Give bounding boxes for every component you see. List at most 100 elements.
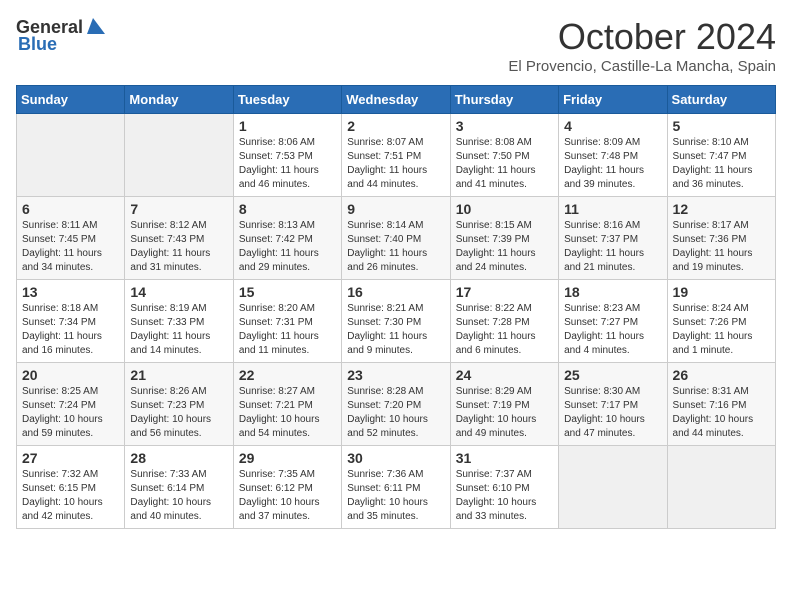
- day-info: Sunrise: 7:37 AMSunset: 6:10 PMDaylight:…: [456, 468, 553, 524]
- day-info: Sunrise: 7:36 AMSunset: 6:11 PMDaylight:…: [347, 468, 444, 524]
- day-cell-19: 19Sunrise: 8:24 AMSunset: 7:26 PMDayligh…: [667, 280, 775, 363]
- day-cell-16: 16 Sunrise: 8:21 AMSunset: 7:30 PMDayligh…: [342, 280, 450, 363]
- calendar-week-5: 27 Sunrise: 7:32 AMSunset: 6:15 PMDayligh…: [17, 446, 776, 529]
- day-info: Sunrise: 8:12 AMSunset: 7:43 PMDaylight:…: [130, 219, 227, 275]
- day-cell-2: 2Sunrise: 8:07 AMSunset: 7:51 PMDaylight…: [342, 114, 450, 197]
- calendar-table: SundayMondayTuesdayWednesdayThursdayFrid…: [16, 85, 776, 529]
- location-subtitle: El Provencio, Castille-La Mancha, Spain: [508, 58, 776, 75]
- day-cell-15: 15 Sunrise: 8:20 AMSunset: 7:31 PMDayligh…: [233, 280, 341, 363]
- day-number: 28: [130, 450, 227, 466]
- empty-cell: [667, 446, 775, 529]
- day-info: Sunrise: 8:28 AMSunset: 7:20 PMDaylight:…: [347, 385, 444, 441]
- title-area: October 2024 El Provencio, Castille-La M…: [508, 16, 776, 75]
- day-number: 23: [347, 367, 444, 383]
- day-number: 29: [239, 450, 336, 466]
- day-info: Sunrise: 8:15 AMSunset: 7:39 PMDaylight:…: [456, 219, 553, 275]
- day-cell-26: 26 Sunrise: 8:31 AMSunset: 7:16 PMDayligh…: [667, 363, 775, 446]
- day-number: 27: [22, 450, 119, 466]
- day-info: Sunrise: 8:31 AMSunset: 7:16 PMDaylight:…: [673, 385, 770, 441]
- logo: General Blue: [16, 16, 109, 55]
- day-cell-24: 24 Sunrise: 8:29 AMSunset: 7:19 PMDayligh…: [450, 363, 558, 446]
- day-info: Sunrise: 8:11 AMSunset: 7:45 PMDaylight:…: [22, 219, 119, 275]
- calendar-week-4: 20 Sunrise: 8:25 AMSunset: 7:24 PMDayligh…: [17, 363, 776, 446]
- weekday-header-friday: Friday: [559, 86, 667, 114]
- logo-icon: [85, 16, 107, 38]
- day-number: 6: [22, 201, 119, 217]
- day-cell-1: 1 Sunrise: 8:06 AMSunset: 7:53 PMDaylight…: [233, 114, 341, 197]
- day-number: 20: [22, 367, 119, 383]
- day-info: Sunrise: 8:09 AMSunset: 7:48 PMDaylight:…: [564, 136, 661, 192]
- day-cell-12: 12 Sunrise: 8:17 AMSunset: 7:36 PMDayligh…: [667, 197, 775, 280]
- day-info: Sunrise: 8:27 AMSunset: 7:21 PMDaylight:…: [239, 385, 336, 441]
- day-number: 14: [130, 284, 227, 300]
- weekday-header-saturday: Saturday: [667, 86, 775, 114]
- day-number: 26: [673, 367, 770, 383]
- day-cell-30: 30 Sunrise: 7:36 AMSunset: 6:11 PMDayligh…: [342, 446, 450, 529]
- day-cell-22: 22 Sunrise: 8:27 AMSunset: 7:21 PMDayligh…: [233, 363, 341, 446]
- day-number: 8: [239, 201, 336, 217]
- day-number: 18: [564, 284, 661, 300]
- day-info: Sunrise: 8:29 AMSunset: 7:19 PMDaylight:…: [456, 385, 553, 441]
- day-info: Sunrise: 8:19 AMSunset: 7:33 PMDaylight:…: [130, 302, 227, 358]
- day-number: 3: [456, 118, 553, 134]
- day-info: Sunrise: 8:25 AMSunset: 7:24 PMDaylight:…: [22, 385, 119, 441]
- day-number: 1: [239, 118, 336, 134]
- calendar-week-3: 13Sunrise: 8:18 AMSunset: 7:34 PMDayligh…: [17, 280, 776, 363]
- day-cell-11: 11 Sunrise: 8:16 AMSunset: 7:37 PMDayligh…: [559, 197, 667, 280]
- day-cell-4: 4 Sunrise: 8:09 AMSunset: 7:48 PMDaylight…: [559, 114, 667, 197]
- month-title: October 2024: [508, 16, 776, 58]
- day-number: 30: [347, 450, 444, 466]
- day-info: Sunrise: 8:17 AMSunset: 7:36 PMDaylight:…: [673, 219, 770, 275]
- day-number: 10: [456, 201, 553, 217]
- weekday-header-thursday: Thursday: [450, 86, 558, 114]
- day-info: Sunrise: 8:23 AMSunset: 7:27 PMDaylight:…: [564, 302, 661, 358]
- day-number: 22: [239, 367, 336, 383]
- day-number: 25: [564, 367, 661, 383]
- day-number: 16: [347, 284, 444, 300]
- weekday-header-sunday: Sunday: [17, 86, 125, 114]
- day-number: 15: [239, 284, 336, 300]
- day-cell-31: 31 Sunrise: 7:37 AMSunset: 6:10 PMDayligh…: [450, 446, 558, 529]
- weekday-header-monday: Monday: [125, 86, 233, 114]
- day-number: 12: [673, 201, 770, 217]
- day-number: 4: [564, 118, 661, 134]
- weekday-header-row: SundayMondayTuesdayWednesdayThursdayFrid…: [17, 86, 776, 114]
- day-info: Sunrise: 8:13 AMSunset: 7:42 PMDaylight:…: [239, 219, 336, 275]
- day-cell-13: 13Sunrise: 8:18 AMSunset: 7:34 PMDayligh…: [17, 280, 125, 363]
- day-info: Sunrise: 8:16 AMSunset: 7:37 PMDaylight:…: [564, 219, 661, 275]
- day-cell-8: 8 Sunrise: 8:13 AMSunset: 7:42 PMDaylight…: [233, 197, 341, 280]
- empty-cell: [17, 114, 125, 197]
- day-cell-3: 3Sunrise: 8:08 AMSunset: 7:50 PMDaylight…: [450, 114, 558, 197]
- day-info: Sunrise: 8:30 AMSunset: 7:17 PMDaylight:…: [564, 385, 661, 441]
- day-info: Sunrise: 8:24 AMSunset: 7:26 PMDaylight:…: [673, 302, 770, 358]
- day-info: Sunrise: 8:20 AMSunset: 7:31 PMDaylight:…: [239, 302, 336, 358]
- day-info: Sunrise: 8:06 AMSunset: 7:53 PMDaylight:…: [239, 136, 336, 192]
- day-number: 17: [456, 284, 553, 300]
- day-info: Sunrise: 8:26 AMSunset: 7:23 PMDaylight:…: [130, 385, 227, 441]
- calendar-week-1: 1 Sunrise: 8:06 AMSunset: 7:53 PMDaylight…: [17, 114, 776, 197]
- day-info: Sunrise: 8:21 AMSunset: 7:30 PMDaylight:…: [347, 302, 444, 358]
- day-number: 11: [564, 201, 661, 217]
- day-cell-28: 28 Sunrise: 7:33 AMSunset: 6:14 PMDayligh…: [125, 446, 233, 529]
- empty-cell: [125, 114, 233, 197]
- day-info: Sunrise: 8:10 AMSunset: 7:47 PMDaylight:…: [673, 136, 770, 192]
- day-cell-21: 21Sunrise: 8:26 AMSunset: 7:23 PMDayligh…: [125, 363, 233, 446]
- day-info: Sunrise: 7:33 AMSunset: 6:14 PMDaylight:…: [130, 468, 227, 524]
- weekday-header-tuesday: Tuesday: [233, 86, 341, 114]
- day-cell-20: 20 Sunrise: 8:25 AMSunset: 7:24 PMDayligh…: [17, 363, 125, 446]
- day-number: 2: [347, 118, 444, 134]
- day-info: Sunrise: 7:35 AMSunset: 6:12 PMDaylight:…: [239, 468, 336, 524]
- day-cell-9: 9Sunrise: 8:14 AMSunset: 7:40 PMDaylight…: [342, 197, 450, 280]
- day-cell-27: 27 Sunrise: 7:32 AMSunset: 6:15 PMDayligh…: [17, 446, 125, 529]
- empty-cell: [559, 446, 667, 529]
- day-number: 24: [456, 367, 553, 383]
- day-number: 7: [130, 201, 227, 217]
- header: General Blue October 2024 El Provencio, …: [16, 16, 776, 75]
- weekday-header-wednesday: Wednesday: [342, 86, 450, 114]
- day-info: Sunrise: 8:18 AMSunset: 7:34 PMDaylight:…: [22, 302, 119, 358]
- day-info: Sunrise: 7:32 AMSunset: 6:15 PMDaylight:…: [22, 468, 119, 524]
- day-cell-7: 7 Sunrise: 8:12 AMSunset: 7:43 PMDaylight…: [125, 197, 233, 280]
- day-number: 31: [456, 450, 553, 466]
- logo-blue-text: Blue: [18, 34, 57, 55]
- day-cell-14: 14 Sunrise: 8:19 AMSunset: 7:33 PMDayligh…: [125, 280, 233, 363]
